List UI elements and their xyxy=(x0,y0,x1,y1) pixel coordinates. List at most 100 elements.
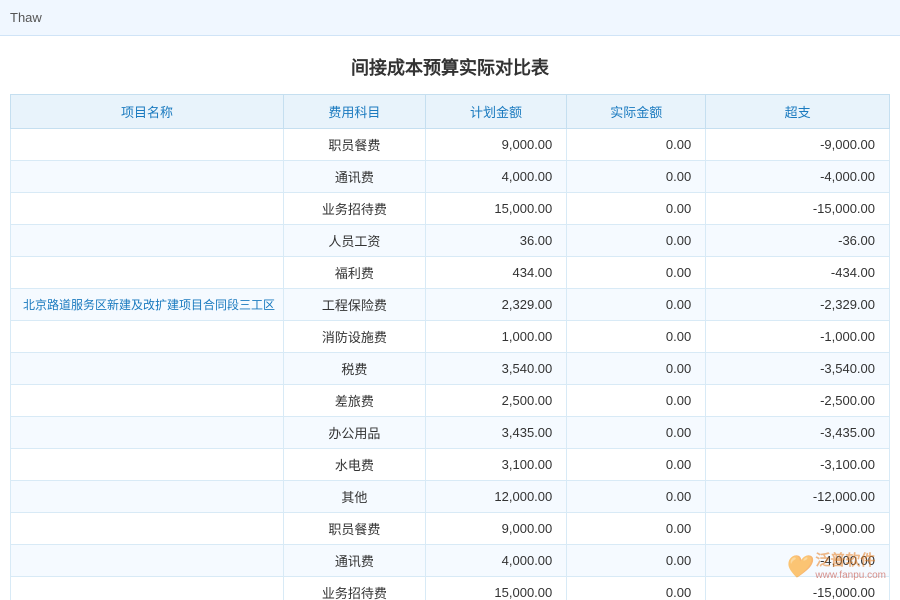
cell-project xyxy=(11,385,284,417)
table-row: 职员餐费9,000.000.00-9,000.00 xyxy=(11,129,890,161)
cell-planned: 15,000.00 xyxy=(425,193,567,225)
cell-planned: 2,329.00 xyxy=(425,289,567,321)
table-wrapper[interactable]: 项目名称 费用科目 计划金额 实际金额 超支 职员餐费9,000.000.00-… xyxy=(0,94,900,600)
cell-actual: 0.00 xyxy=(567,225,706,257)
table-row: 通讯费4,000.000.00-4,000.00 xyxy=(11,545,890,577)
cell-category: 通讯费 xyxy=(284,161,426,193)
cell-project xyxy=(11,513,284,545)
thaw-label: Thaw xyxy=(10,10,42,25)
report-title: 间接成本预算实际对比表 xyxy=(0,36,900,94)
table-row: 消防设施费1,000.000.00-1,000.00 xyxy=(11,321,890,353)
table-row: 差旅费2,500.000.00-2,500.00 xyxy=(11,385,890,417)
cell-project xyxy=(11,577,284,600)
cell-over: -434.00 xyxy=(706,257,890,289)
cell-over: -3,100.00 xyxy=(706,449,890,481)
table-row: 办公用品3,435.000.00-3,435.00 xyxy=(11,417,890,449)
cell-category: 税费 xyxy=(284,353,426,385)
cell-project xyxy=(11,481,284,513)
cell-project xyxy=(11,161,284,193)
cell-actual: 0.00 xyxy=(567,417,706,449)
cell-planned: 36.00 xyxy=(425,225,567,257)
cell-planned: 3,540.00 xyxy=(425,353,567,385)
cell-project: 北京路道服务区新建及改扩建项目合同段三工区 xyxy=(11,289,284,321)
header-planned: 计划金额 xyxy=(425,95,567,129)
cell-actual: 0.00 xyxy=(567,257,706,289)
cell-over: -15,000.00 xyxy=(706,193,890,225)
cell-planned: 4,000.00 xyxy=(425,545,567,577)
cell-over: -3,435.00 xyxy=(706,417,890,449)
cell-actual: 0.00 xyxy=(567,545,706,577)
header-actual: 实际金额 xyxy=(567,95,706,129)
cell-actual: 0.00 xyxy=(567,481,706,513)
cell-category: 福利费 xyxy=(284,257,426,289)
cell-over: -15,000.00 xyxy=(706,577,890,600)
cell-project xyxy=(11,353,284,385)
table-row: 通讯费4,000.000.00-4,000.00 xyxy=(11,161,890,193)
cell-actual: 0.00 xyxy=(567,577,706,600)
cell-category: 职员餐费 xyxy=(284,513,426,545)
table-row: 水电费3,100.000.00-3,100.00 xyxy=(11,449,890,481)
table-row: 业务招待费15,000.000.00-15,000.00 xyxy=(11,577,890,600)
cell-over: -4,000.00 xyxy=(706,545,890,577)
table-row: 职员餐费9,000.000.00-9,000.00 xyxy=(11,513,890,545)
cell-project xyxy=(11,225,284,257)
cell-over: -2,329.00 xyxy=(706,289,890,321)
cell-project xyxy=(11,449,284,481)
page-container: Thaw 间接成本预算实际对比表 项目名称 费用科目 计划金额 实际金额 超支 … xyxy=(0,0,900,600)
header-over: 超支 xyxy=(706,95,890,129)
cell-over: -4,000.00 xyxy=(706,161,890,193)
table-row: 北京路道服务区新建及改扩建项目合同段三工区工程保险费2,329.000.00-2… xyxy=(11,289,890,321)
cell-actual: 0.00 xyxy=(567,161,706,193)
cell-project xyxy=(11,545,284,577)
cell-planned: 3,435.00 xyxy=(425,417,567,449)
cell-actual: 0.00 xyxy=(567,193,706,225)
cell-category: 工程保险费 xyxy=(284,289,426,321)
cell-category: 职员餐费 xyxy=(284,129,426,161)
cell-category: 差旅费 xyxy=(284,385,426,417)
cell-project xyxy=(11,321,284,353)
cell-actual: 0.00 xyxy=(567,321,706,353)
cell-over: -12,000.00 xyxy=(706,481,890,513)
cell-planned: 9,000.00 xyxy=(425,129,567,161)
cell-project xyxy=(11,129,284,161)
table-row: 人员工资36.000.00-36.00 xyxy=(11,225,890,257)
cell-over: -9,000.00 xyxy=(706,513,890,545)
header-category: 费用科目 xyxy=(284,95,426,129)
cell-category: 其他 xyxy=(284,481,426,513)
cell-category: 通讯费 xyxy=(284,545,426,577)
cell-over: -9,000.00 xyxy=(706,129,890,161)
cell-over: -3,540.00 xyxy=(706,353,890,385)
cell-over: -1,000.00 xyxy=(706,321,890,353)
cell-planned: 434.00 xyxy=(425,257,567,289)
cell-planned: 3,100.00 xyxy=(425,449,567,481)
cell-actual: 0.00 xyxy=(567,513,706,545)
cell-category: 人员工资 xyxy=(284,225,426,257)
cell-planned: 2,500.00 xyxy=(425,385,567,417)
cell-actual: 0.00 xyxy=(567,129,706,161)
cell-project xyxy=(11,257,284,289)
cell-planned: 15,000.00 xyxy=(425,577,567,600)
header-project: 项目名称 xyxy=(11,95,284,129)
cell-category: 业务招待费 xyxy=(284,193,426,225)
cell-project xyxy=(11,417,284,449)
cell-planned: 1,000.00 xyxy=(425,321,567,353)
cell-planned: 9,000.00 xyxy=(425,513,567,545)
cell-category: 业务招待费 xyxy=(284,577,426,600)
cell-over: -36.00 xyxy=(706,225,890,257)
cell-actual: 0.00 xyxy=(567,289,706,321)
top-bar: Thaw xyxy=(0,0,900,36)
cell-actual: 0.00 xyxy=(567,449,706,481)
cell-category: 消防设施费 xyxy=(284,321,426,353)
main-table: 项目名称 费用科目 计划金额 实际金额 超支 职员餐费9,000.000.00-… xyxy=(10,94,890,600)
table-row: 业务招待费15,000.000.00-15,000.00 xyxy=(11,193,890,225)
cell-category: 办公用品 xyxy=(284,417,426,449)
cell-planned: 4,000.00 xyxy=(425,161,567,193)
cell-actual: 0.00 xyxy=(567,353,706,385)
table-row: 税费3,540.000.00-3,540.00 xyxy=(11,353,890,385)
cell-project xyxy=(11,193,284,225)
table-row: 其他12,000.000.00-12,000.00 xyxy=(11,481,890,513)
cell-planned: 12,000.00 xyxy=(425,481,567,513)
cell-category: 水电费 xyxy=(284,449,426,481)
cell-over: -2,500.00 xyxy=(706,385,890,417)
table-row: 福利费434.000.00-434.00 xyxy=(11,257,890,289)
